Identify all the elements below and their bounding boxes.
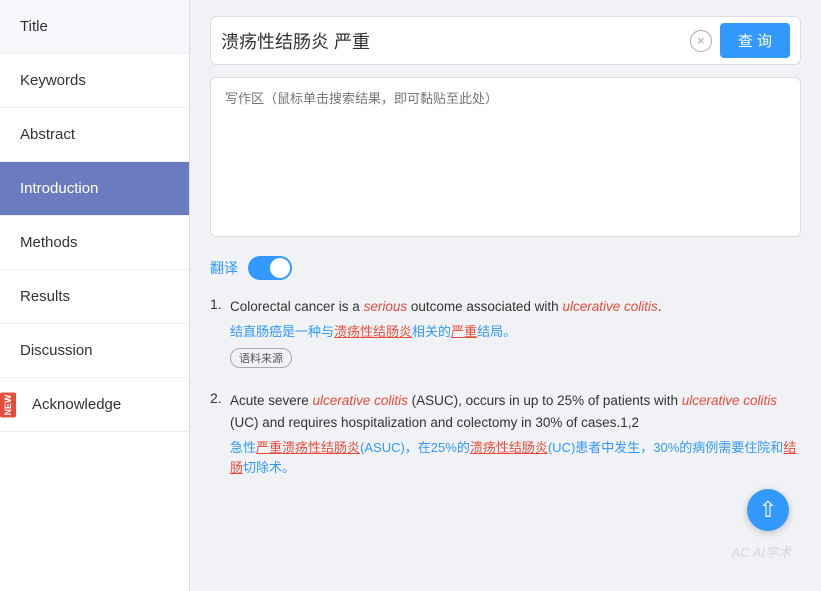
keyword-serious: serious <box>364 299 408 314</box>
search-bar: × 查 询 <box>210 16 801 65</box>
sidebar-item-label: Keywords <box>20 72 86 89</box>
sidebar-item-methods[interactable]: Methods <box>0 216 189 270</box>
watermark: AC AI学术 <box>732 542 791 561</box>
sidebar: Title Keywords Abstract Introduction Met… <box>0 0 190 591</box>
keyword-uc-3: ulcerative colitis <box>682 393 777 408</box>
source-badge-1[interactable]: 语料来源 <box>230 348 292 368</box>
sidebar-item-label: Title <box>20 18 48 35</box>
toggle-track <box>248 256 292 280</box>
result-cn-1: 结直肠癌是一种与溃疡性结肠炎相关的严重结局。 <box>230 322 801 343</box>
keyword-uc-1: ulcerative colitis <box>562 299 657 314</box>
translate-toggle[interactable] <box>248 256 292 280</box>
translate-row: 翻译 <box>210 256 801 280</box>
cn-keyword-2: 严重 <box>451 324 477 339</box>
main-content: × 查 询 翻译 1. Colorectal cancer is a serio… <box>190 0 821 591</box>
cn-keyword-3: 严重溃疡性结肠炎 <box>256 440 360 455</box>
sidebar-item-label: Discussion <box>20 342 93 359</box>
cn-keyword-4: 溃疡性结肠炎 <box>470 440 548 455</box>
writing-area[interactable] <box>210 77 801 237</box>
sidebar-item-keywords[interactable]: Keywords <box>0 54 189 108</box>
sidebar-item-label: Methods <box>20 234 78 251</box>
sidebar-item-results[interactable]: Results <box>0 270 189 324</box>
keyword-uc-2: ulcerative colitis <box>313 393 408 408</box>
cn-keyword-1: 溃疡性结肠炎 <box>334 324 412 339</box>
sidebar-item-acknowledge[interactable]: NEW Acknowledge <box>0 378 189 432</box>
new-badge: NEW <box>0 392 16 417</box>
search-clear-button[interactable]: × <box>690 30 712 52</box>
search-button[interactable]: 查 询 <box>720 23 790 58</box>
result-number-1: 1. <box>210 296 222 312</box>
results-list: 1. Colorectal cancer is a serious outcom… <box>210 296 801 479</box>
result-cn-2: 急性严重溃疡性结肠炎(ASUC)，在25%的溃疡性结肠炎(UC)患者中发生，30… <box>230 438 801 480</box>
result-en-2: Acute severe ulcerative colitis (ASUC), … <box>230 390 801 433</box>
sidebar-item-abstract[interactable]: Abstract <box>0 108 189 162</box>
result-item-2[interactable]: 2. Acute severe ulcerative colitis (ASUC… <box>210 390 801 479</box>
result-item-1[interactable]: 1. Colorectal cancer is a serious outcom… <box>210 296 801 368</box>
sidebar-item-label: Introduction <box>20 180 98 197</box>
sidebar-item-label: Abstract <box>20 126 75 143</box>
toggle-thumb <box>270 258 290 278</box>
scroll-up-button[interactable]: ⇧ <box>747 489 789 531</box>
sidebar-item-introduction[interactable]: Introduction <box>0 162 189 216</box>
result-en-1: Colorectal cancer is a serious outcome a… <box>230 296 801 318</box>
result-number-2: 2. <box>210 390 222 406</box>
search-input[interactable] <box>221 30 682 51</box>
sidebar-item-label: Results <box>20 288 70 305</box>
sidebar-item-label: Acknowledge <box>32 396 121 413</box>
translate-label: 翻译 <box>210 258 238 278</box>
sidebar-item-discussion[interactable]: Discussion <box>0 324 189 378</box>
sidebar-item-title[interactable]: Title <box>0 0 189 54</box>
